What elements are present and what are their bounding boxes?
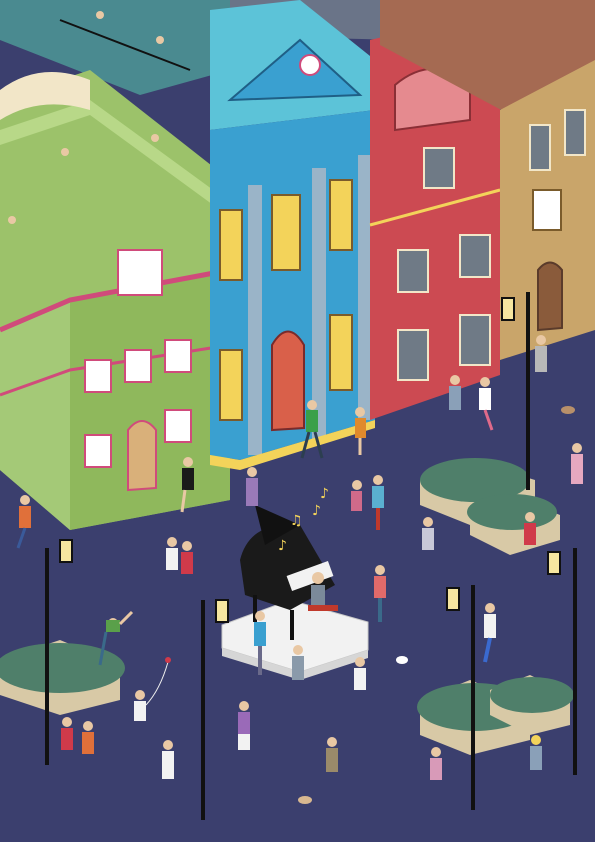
svg-text:♪: ♪ (312, 503, 321, 519)
blue-classical-building (210, 0, 375, 470)
piano-bench (308, 605, 338, 611)
column-right (358, 155, 370, 420)
dog-tan (298, 796, 312, 804)
person-yellow-hair (530, 735, 542, 770)
street-scene-illustration: ♪ ♫ ♪ ♪ (0, 0, 595, 842)
svg-text:♪: ♪ (320, 486, 329, 502)
column-left (248, 185, 262, 455)
illustration-canvas: ♪ ♫ ♪ ♪ (0, 0, 595, 842)
person-by-tan-door (535, 335, 547, 372)
person-hat-white-dress (162, 740, 174, 779)
svg-text:♪: ♪ (278, 538, 287, 554)
person-white-shirt (354, 657, 366, 690)
person-far-right (571, 443, 583, 484)
person-pink-top (430, 747, 442, 780)
person-purple-dress (246, 467, 258, 506)
person-grey-jacket (292, 645, 304, 680)
person-purple-top (238, 701, 250, 750)
blue-building-door (271, 330, 305, 432)
green-building-door (127, 420, 157, 492)
cat-white (396, 656, 408, 664)
person-light-blue-right (422, 517, 434, 550)
dog-small (561, 406, 575, 414)
svg-text:♫: ♫ (290, 513, 303, 529)
person-near-planter (524, 512, 536, 545)
tan-building-door (537, 261, 563, 332)
person-straw-hat (326, 737, 338, 772)
